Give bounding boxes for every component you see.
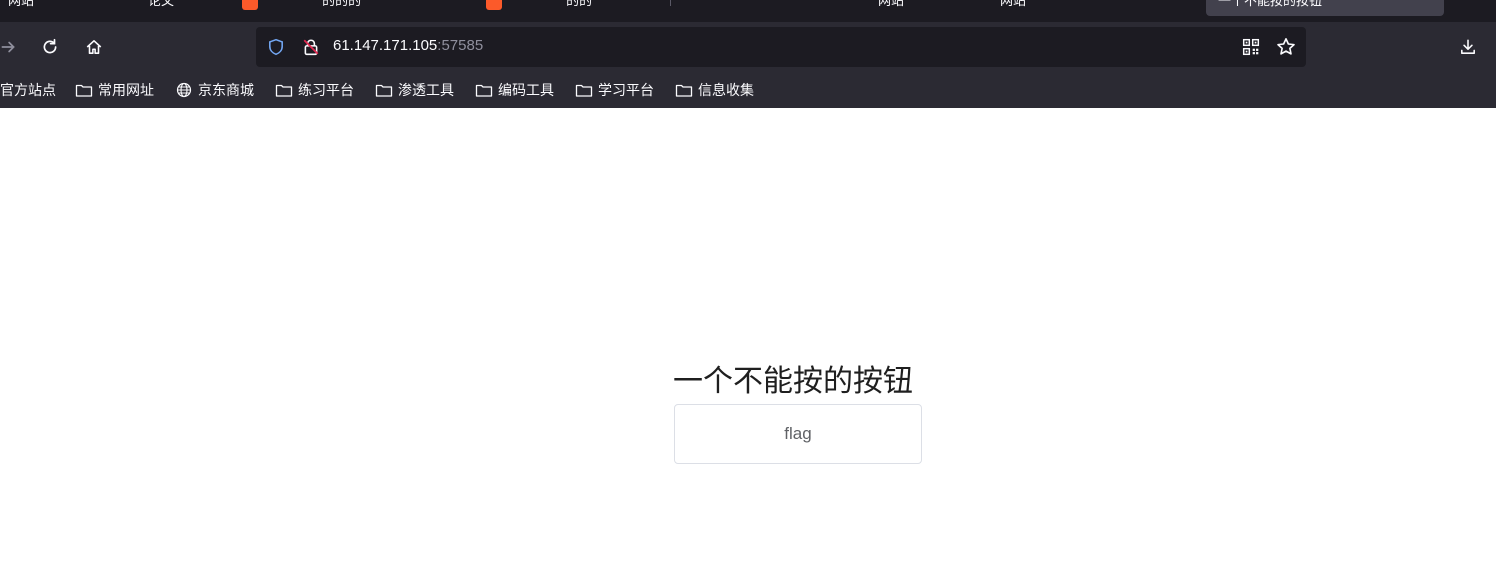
tab-4[interactable]: 的的 xyxy=(486,0,592,10)
bookmark-label: 京东商城 xyxy=(198,83,254,99)
folder-icon xyxy=(575,84,593,97)
bookmark-folder-practice[interactable]: 练习平台 xyxy=(275,81,354,99)
bookmark-label: 信息收集 xyxy=(698,83,754,99)
bookmark-folder-pentest[interactable]: 渗透工具 xyxy=(375,81,454,99)
download-button[interactable] xyxy=(1452,31,1484,63)
page-content: 一个不能按的按钮 flag xyxy=(0,108,1496,568)
flag-button[interactable]: flag xyxy=(674,404,922,464)
forward-button[interactable] xyxy=(0,31,24,63)
bookmark-folder-learning[interactable]: 学习平台 xyxy=(575,81,654,99)
tab-4-label: 的的 xyxy=(566,0,593,9)
bookmark-official-sites[interactable]: 官方站点 xyxy=(0,81,56,99)
qr-code-icon[interactable] xyxy=(1241,37,1261,57)
url-port: :57585 xyxy=(437,37,484,54)
url-host: 61.147.171.105 xyxy=(333,37,438,54)
tab-2-label: 论文 xyxy=(148,0,175,9)
bookmark-label: 编码工具 xyxy=(498,83,554,99)
tab-5[interactable]: 网站 xyxy=(728,0,904,10)
folder-icon xyxy=(475,84,493,97)
tab-separator xyxy=(670,0,671,6)
home-icon xyxy=(86,40,102,54)
bookmark-label: 渗透工具 xyxy=(398,83,454,99)
tab-strip: 网站 论文 的的的 的的 网站 网站 一个不能按的按钮 xyxy=(0,0,1496,22)
url-bar[interactable]: 61.147.171.105:57585 xyxy=(256,27,1306,67)
home-button[interactable] xyxy=(78,31,110,63)
bookmark-label: 练习平台 xyxy=(298,83,354,99)
tab-active[interactable]: 一个不能按的按钮 xyxy=(1206,0,1444,16)
folder-icon xyxy=(75,84,93,97)
navigation-toolbar: 61.147.171.105:57585 xyxy=(0,22,1496,72)
tab-5-label: 网站 xyxy=(878,0,905,9)
tab-6-label: 网站 xyxy=(1000,0,1027,9)
bookmark-jd[interactable]: 京东商城 xyxy=(175,81,254,99)
tab-3[interactable]: 的的的 xyxy=(242,0,361,10)
csdn-favicon-icon xyxy=(242,0,258,10)
globe-icon xyxy=(176,82,192,98)
folder-icon xyxy=(675,84,693,97)
reload-button[interactable] xyxy=(34,31,66,63)
tab-2[interactable]: 论文 xyxy=(148,0,174,10)
forward-icon xyxy=(1,41,15,53)
bookmark-star-icon[interactable] xyxy=(1276,37,1296,57)
tab-active-label: 一个不能按的按钮 xyxy=(1218,0,1323,9)
reload-icon xyxy=(43,38,57,54)
bookmark-label: 官方站点 xyxy=(0,83,56,99)
page-title: 一个不能按的按钮 xyxy=(673,364,913,399)
bookmark-label: 学习平台 xyxy=(598,83,654,99)
tab-1[interactable]: 网站 xyxy=(8,0,34,10)
bookmark-folder-common[interactable]: 常用网址 xyxy=(75,81,154,99)
url-text[interactable]: 61.147.171.105:57585 xyxy=(333,37,483,54)
bookmark-folder-encoding[interactable]: 编码工具 xyxy=(475,81,554,99)
shield-icon[interactable] xyxy=(266,37,286,57)
insecure-lock-icon[interactable] xyxy=(301,37,321,57)
bookmark-label: 常用网址 xyxy=(98,83,154,99)
folder-icon xyxy=(375,84,393,97)
download-icon xyxy=(1461,39,1475,54)
bookmarks-bar: 官方站点 常用网址 京东商城 练习平台 渗透工具 编码工具 学习平台 信息收集 xyxy=(0,72,1496,109)
tab-1-label: 网站 xyxy=(8,0,35,9)
folder-icon xyxy=(275,84,293,97)
tab-6[interactable]: 网站 xyxy=(1000,0,1026,10)
bookmark-folder-recon[interactable]: 信息收集 xyxy=(675,81,754,99)
tab-3-label: 的的的 xyxy=(322,0,362,9)
csdn-favicon-icon xyxy=(486,0,502,10)
